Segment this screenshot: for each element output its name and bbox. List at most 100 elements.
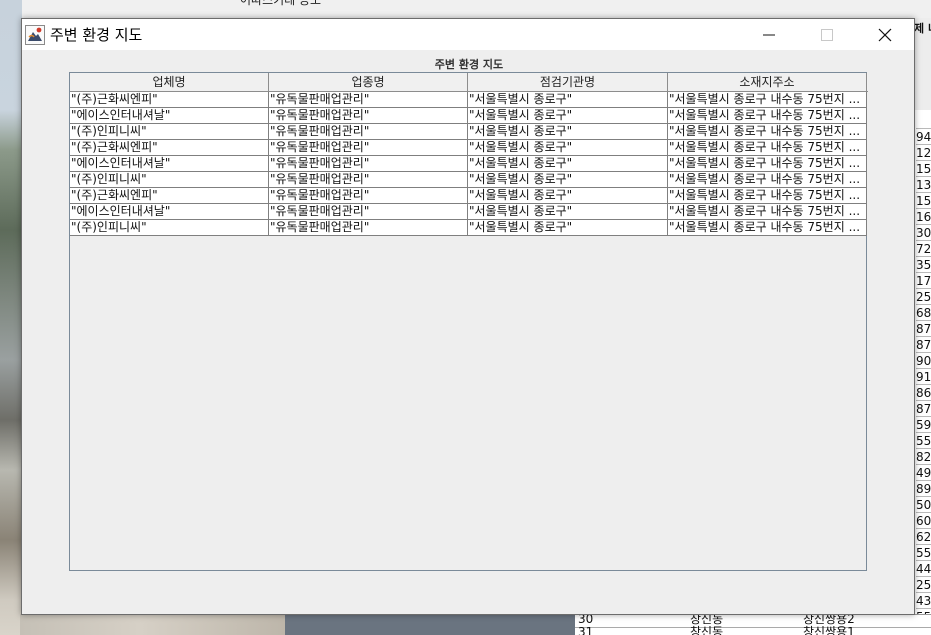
cell-address[interactable]: "서울특별시 종로구 내수동 75번지 ... [668,92,867,107]
minimize-icon [763,34,775,36]
cell-business-type[interactable]: "유독물판매업관리" [269,140,468,155]
cell-company[interactable]: "(주)인피니씨" [70,220,269,235]
minimize-button[interactable] [746,19,792,50]
background-photo-bottom [20,614,285,635]
background-value-cell: 49 [916,464,931,480]
background-table-right: 제 네 941215131516307235172568878790918687… [914,18,931,635]
background-value-cell: 55 [916,544,931,560]
cell-inspection-agency[interactable]: "서울특별시 종로구" [468,172,668,187]
background-value-cell: 87 [916,336,931,352]
table-row[interactable]: "(주)인피니씨" "유독물판매업관리" "서울특별시 종로구" "서울특별시 종로구… [70,220,867,236]
background-table-header-label: 제 네 [914,22,931,35]
cell-inspection-agency[interactable]: "서울특별시 종로구" [468,156,668,171]
column-header-address[interactable]: 소재지주소 [668,73,867,92]
background-value-cell: 94 [916,128,931,144]
cell-business-type[interactable]: "유독물판매업관리" [269,172,468,187]
table-row[interactable]: "(주)근화씨엔피" "유독물판매업관리" "서울특별시 종로구" "서울특별시 종로… [70,188,867,204]
cell-inspection-agency[interactable]: "서울특별시 종로구" [468,124,668,139]
cell-address[interactable]: "서울특별시 종로구 내수동 75번지 ... [668,204,867,219]
table-row[interactable]: "에이스인터내셔날" "유독물판매업관리" "서울특별시 종로구" "서울특별시 종로… [70,204,867,220]
background-value-cell: 87 [916,400,931,416]
background-value-cell: 30 [916,224,931,240]
column-header-inspection-agency[interactable]: 점검기관명 [468,73,668,92]
cell-company[interactable]: "(주)근화씨엔피" [70,188,269,203]
column-header-business-type[interactable]: 업종명 [269,73,468,92]
close-button[interactable] [862,19,908,50]
cell-company[interactable]: "에이스인터내셔날" [70,156,269,171]
background-value-cell: 15 [916,160,931,176]
table-row[interactable]: "(주)근화씨엔피" "유독물판매업관리" "서울특별시 종로구" "서울특별시 종로… [70,140,867,156]
cell-address[interactable]: "서울특별시 종로구 내수동 75번지 ... [668,140,867,155]
background-value-cell: 55 [916,432,931,448]
table-row[interactable]: "에이스인터내셔날" "유독물판매업관리" "서울특별시 종로구" "서울특별시 종로… [70,108,867,124]
cell-business-type[interactable]: "유독물판매업관리" [269,220,468,235]
table-row[interactable]: "(주)근화씨엔피" "유독물판매업관리" "서울특별시 종로구" "서울특별시 종로… [70,92,867,108]
cell-company[interactable]: "(주)인피니씨" [70,124,269,139]
cell-address[interactable]: "서울특별시 종로구 내수동 75번지 ... [668,172,867,187]
background-value-cell: 44 [916,560,931,576]
background-value-cell: 62 [916,528,931,544]
background-row: 31 창신동 창신쌍용1 [575,625,931,635]
panel-title: 주변 환경 지도 [434,58,504,71]
background-value-cell: 25 [916,576,931,592]
background-value-cell: 59 [916,416,931,432]
background-value-cell: 17 [916,272,931,288]
background-table-bottom: 30 창신동 창신쌍용2 31 창신동 창신쌍용1 [575,614,931,635]
background-value-cell: 43 [916,592,931,608]
background-value-cell: 13 [916,176,931,192]
table-body: "(주)근화씨엔피" "유독물판매업관리" "서울특별시 종로구" "서울특별시 종로… [70,92,867,236]
cell-inspection-agency[interactable]: "서울특별시 종로구" [468,108,668,123]
window-title: 주변 환경 지도 [50,26,143,44]
cell-business-type[interactable]: "유독물판매업관리" [269,156,468,171]
cell-business-type[interactable]: "유독물판매업관리" [269,124,468,139]
maximize-button[interactable] [804,19,850,50]
cell-business-type[interactable]: "유독물판매업관리" [269,92,468,107]
background-value-cell: 87 [916,320,931,336]
cell-address[interactable]: "서울특별시 종로구 내수동 75번지 ... [668,188,867,203]
cell-address[interactable]: "서울특별시 종로구 내수동 75번지 ... [668,108,867,123]
cell-inspection-agency[interactable]: "서울특별시 종로구" [468,220,668,235]
background-value-cell: 50 [916,496,931,512]
cell-inspection-agency[interactable]: "서울특별시 종로구" [468,140,668,155]
table-row[interactable]: "(주)인피니씨" "유독물판매업관리" "서울특별시 종로구" "서울특별시 종로구… [70,124,867,140]
background-row-name: 창신쌍용1 [803,625,855,635]
cell-company[interactable]: "에이스인터내셔날" [70,204,269,219]
background-value-cell: 89 [916,480,931,496]
background-value-cell: 68 [916,304,931,320]
cell-company[interactable]: "에이스인터내셔날" [70,108,269,123]
dialog-window: 주변 환경 지도 주변 환경 지도 업체명 업종명 점검기관명 소재지주소 "(… [21,18,915,615]
background-value-cell: 72 [916,240,931,256]
table-row[interactable]: "에이스인터내셔날" "유독물판매업관리" "서울특별시 종로구" "서울특별시 종로… [70,156,867,172]
table-row[interactable]: "(주)인피니씨" "유독물판매업관리" "서울특별시 종로구" "서울특별시 종로구… [70,172,867,188]
column-header-company[interactable]: 업체명 [70,73,269,92]
cell-inspection-agency[interactable]: "서울특별시 종로구" [468,204,668,219]
cell-address[interactable]: "서울특별시 종로구 내수동 75번지 ... [668,156,867,171]
table-header: 업체명 업종명 점검기관명 소재지주소 [70,73,868,92]
data-table[interactable]: 업체명 업종명 점검기관명 소재지주소 "(주)근화씨엔피" "유독물판매업관리"… [69,72,868,571]
background-value-cell: 15 [916,192,931,208]
cell-company[interactable]: "(주)인피니씨" [70,172,269,187]
background-value-cell: 82 [916,448,931,464]
background-row-dong: 창신동 [690,625,724,635]
maximize-icon [821,29,833,41]
cell-company[interactable]: "(주)근화씨엔피" [70,140,269,155]
background-value-cell: 25 [916,288,931,304]
background-value-cell: 90 [916,352,931,368]
cell-business-type[interactable]: "유독물판매업관리" [269,188,468,203]
java-cup-icon [25,25,45,45]
title-bar[interactable]: 주변 환경 지도 [22,19,914,50]
cell-address[interactable]: "서울특별시 종로구 내수동 75번지 ... [668,220,867,235]
background-window-top: 어따스키데 공도 [0,0,931,18]
background-value-cell: 12 [916,144,931,160]
background-value-cell: 35 [916,256,931,272]
cell-company[interactable]: "(주)근화씨엔피" [70,92,269,107]
cell-inspection-agency[interactable]: "서울특별시 종로구" [468,188,668,203]
close-icon [878,28,892,42]
cell-address[interactable]: "서울특별시 종로구 내수동 75번지 ... [668,124,867,139]
cell-inspection-agency[interactable]: "서울특별시 종로구" [468,92,668,107]
cell-business-type[interactable]: "유독물판매업관리" [269,204,468,219]
background-row: 30 창신동 창신쌍용2 [575,615,931,626]
cell-business-type[interactable]: "유독물판매업관리" [269,108,468,123]
background-table-header: 제 네 [914,18,931,110]
background-window-title: 어따스키데 공도 [240,0,322,7]
